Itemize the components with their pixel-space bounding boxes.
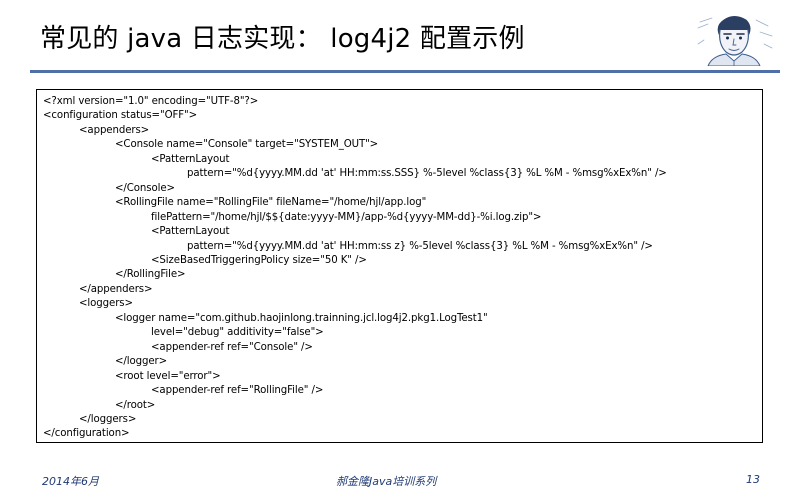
code-line: </RollingFile> xyxy=(115,269,186,281)
title-underline-rule xyxy=(30,70,780,73)
code-block: <?xml version="1.0" encoding="UTF-8"?> <c… xyxy=(36,89,763,443)
code-line: </root> xyxy=(115,399,156,411)
portrait-sketch xyxy=(697,16,773,66)
code-line: </appenders> xyxy=(79,283,153,295)
code-line: pattern="%d{yyyy.MM.dd 'at' HH:mm:ss z} … xyxy=(187,240,653,252)
code-line: <logger name="com.github.haojinlong.trai… xyxy=(115,312,488,324)
author-portrait-icon xyxy=(697,16,773,66)
code-line: <?xml version="1.0" encoding="UTF-8"?> xyxy=(43,96,259,107)
page-number: 13 xyxy=(746,473,760,486)
code-line: <root level="error"> xyxy=(115,370,221,382)
code-line: </configuration> xyxy=(43,428,130,440)
code-line: <SizeBasedTriggeringPolicy size="50 K" /… xyxy=(151,254,367,266)
code-line: pattern="%d{yyyy.MM.dd 'at' HH:mm:ss.SSS… xyxy=(187,168,667,180)
code-line: <configuration status="OFF"> xyxy=(43,110,198,122)
code-line: <loggers> xyxy=(79,298,133,310)
footer-series-title: 郝金隆Java培训系列 xyxy=(336,475,437,488)
code-line: <appenders> xyxy=(79,124,150,136)
code-line: <appender-ref ref="RollingFile" /> xyxy=(151,385,324,397)
code-line: <Console name="Console" target="SYSTEM_O… xyxy=(115,139,379,151)
code-line: </logger> xyxy=(115,356,168,368)
code-line: </loggers> xyxy=(79,413,137,425)
code-line: <PatternLayout xyxy=(151,226,230,238)
code-line: </Console> xyxy=(115,182,175,194)
footer-date: 2014年6月 xyxy=(42,475,99,488)
code-line: level="debug" additivity="false"> xyxy=(151,327,324,339)
code-line: <appender-ref ref="Console" /> xyxy=(151,341,313,353)
code-line: <PatternLayout xyxy=(151,153,230,165)
code-line: filePattern="/home/hjl/$${date:yyyy-MM}/… xyxy=(151,211,542,223)
code-line: <RollingFile name="RollingFile" fileName… xyxy=(115,197,427,209)
slide-title: 常见的 java 日志实现： log4j2 配置示例 xyxy=(40,24,525,54)
code-lines: <?xml version="1.0" encoding="UTF-8"?> <c… xyxy=(43,95,667,442)
